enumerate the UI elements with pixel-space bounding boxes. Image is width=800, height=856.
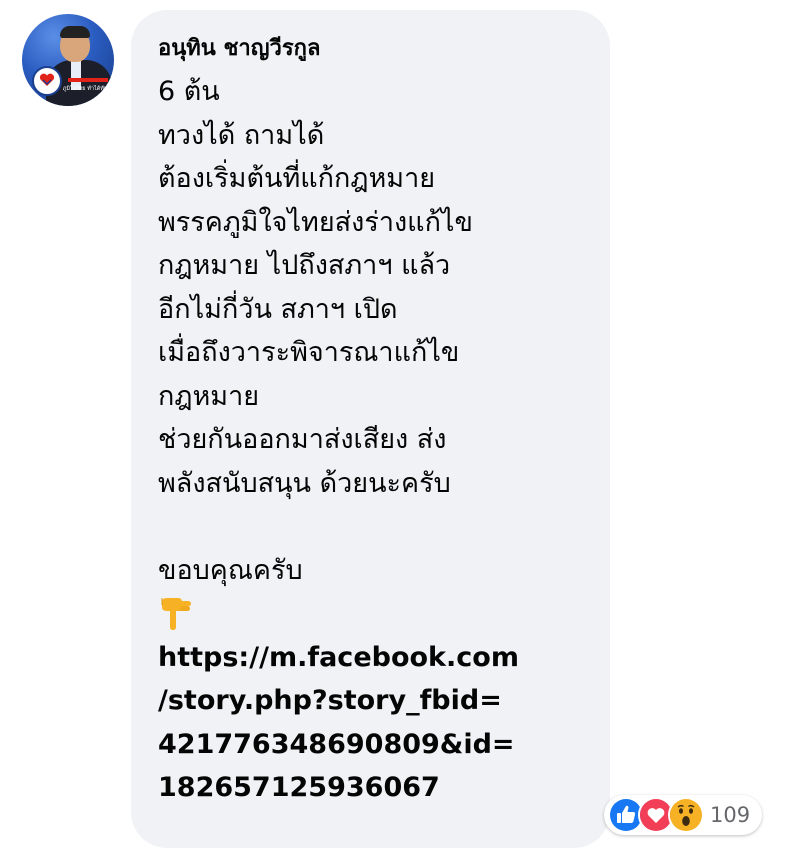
wow-icon (668, 797, 704, 833)
author-avatar[interactable]: ภูมิใจไทย ทำได้ทันที (22, 14, 114, 106)
message-line: ต้องเริ่มต้นที่แก้กฎหมาย (158, 163, 436, 194)
message-line: กฎหมาย (158, 380, 260, 412)
reactions-summary[interactable]: 109 (604, 795, 763, 835)
avatar-person-hair (60, 26, 90, 38)
story-link-line[interactable]: 421776348690809&id= (158, 723, 584, 767)
comment-author-name[interactable]: อนุทิน ชาญวีรกูล (158, 36, 320, 62)
message-line: อีกไม่กี่วัน สภาฯ เปิด (158, 293, 398, 325)
message-line: 6 ต้น (158, 76, 220, 107)
message-line: ขอบคุณครับ (158, 554, 303, 586)
party-heart-logo-icon (39, 73, 55, 86)
story-link-line[interactable]: /story.php?story_fbid= (158, 679, 584, 723)
reaction-count: 109 (710, 803, 751, 827)
message-line: พลังสนับสนุน ด้วยนะครับ (158, 467, 451, 499)
avatar-red-stripe (68, 78, 108, 82)
comment-bubble: อนุทิน ชาญวีรกูล 6 ต้น ทวงได้ ถามได้ ต้อ… (131, 10, 610, 848)
message-line: กฎหมาย ไปถึงสภาฯ แล้ว (158, 250, 451, 281)
emoji-line (158, 592, 584, 636)
pointing-down-hand-icon (161, 598, 191, 630)
comment-message: 6 ต้น ทวงได้ ถามได้ ต้องเริ่มต้นที่แก้กฎ… (158, 70, 584, 810)
avatar-tagline: ภูมิใจไทย ทำได้ทันที (62, 86, 112, 92)
message-line: พรรคภูมิใจไทยส่งร่างแก้ไข (158, 206, 473, 238)
story-link-line[interactable]: https://m.facebook.com (158, 636, 584, 680)
message-line: ช่วยกันออกมาส่งเสียง ส่ง (158, 424, 447, 455)
story-link-line[interactable]: 182657125936067 (158, 766, 584, 810)
message-line: เมื่อถึงวาระพิจารณาแก้ไข (158, 337, 460, 368)
message-line: ทวงได้ ถามได้ (158, 119, 325, 151)
